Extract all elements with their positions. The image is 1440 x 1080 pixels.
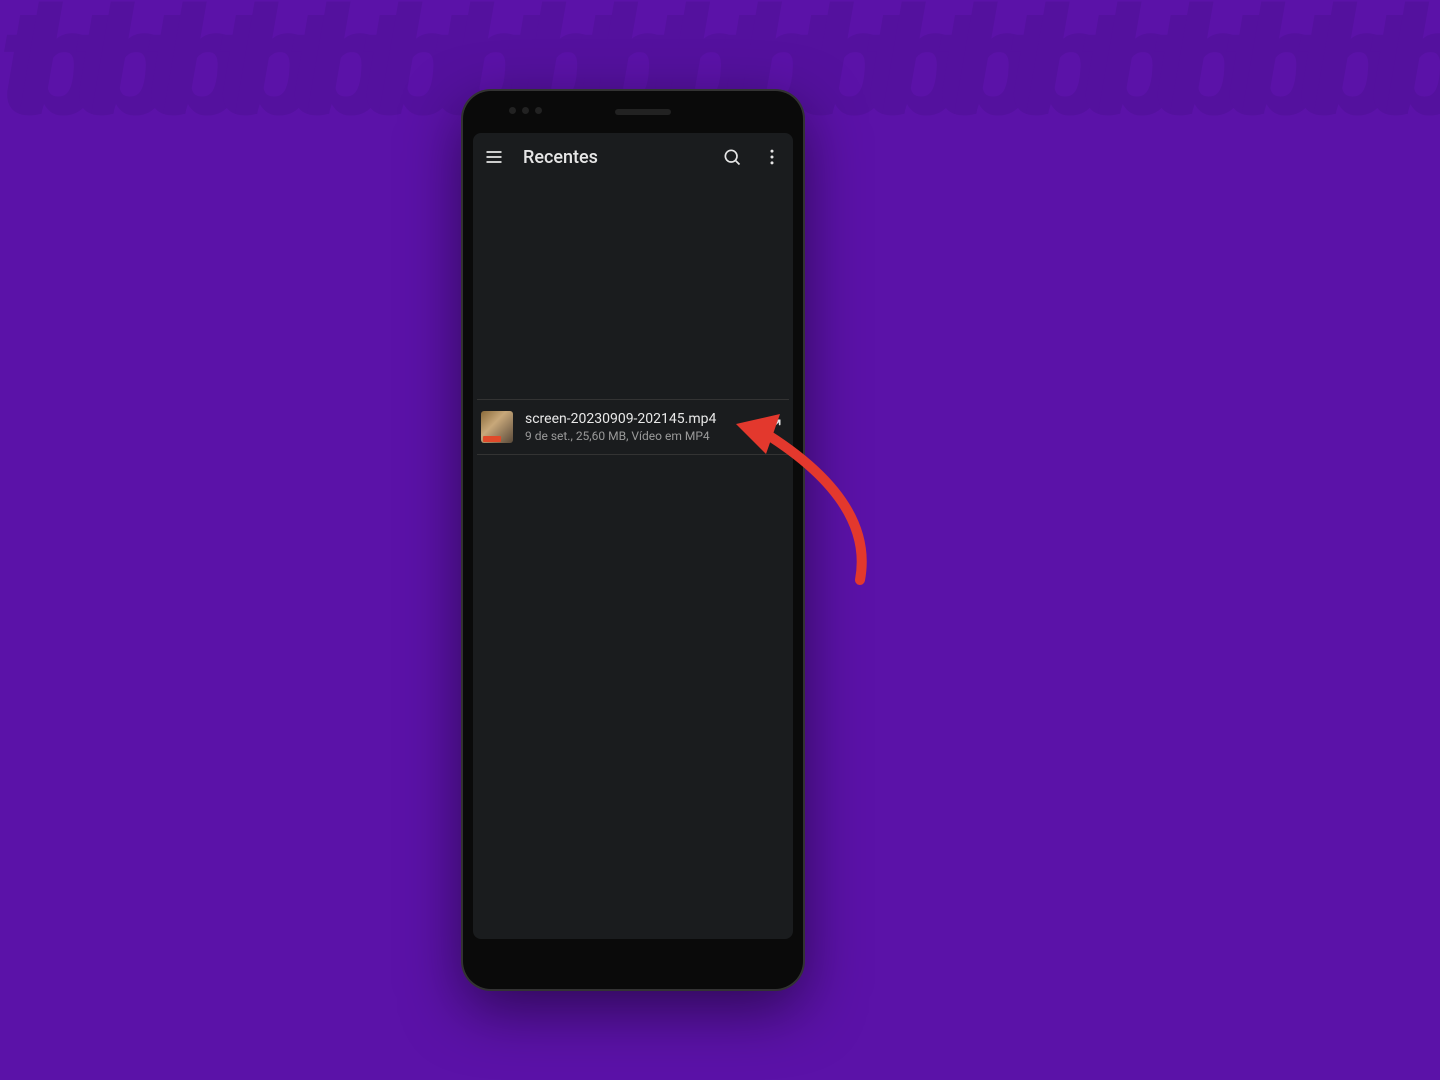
expand-icon[interactable] xyxy=(761,415,785,439)
sensor-dots xyxy=(509,107,542,114)
phone-frame: Recentes screen-20230909-202145.mp4 9 de… xyxy=(463,91,803,989)
file-meta: 9 de set., 25,60 MB, Vídeo em MP4 xyxy=(525,429,749,443)
file-name: screen-20230909-202145.mp4 xyxy=(525,411,749,427)
menu-icon[interactable] xyxy=(483,146,505,168)
file-row[interactable]: screen-20230909-202145.mp4 9 de set., 25… xyxy=(473,400,793,454)
video-thumbnail xyxy=(481,411,513,443)
file-text: screen-20230909-202145.mp4 9 de set., 25… xyxy=(525,411,749,443)
search-icon[interactable] xyxy=(721,146,743,168)
phone-screen: Recentes screen-20230909-202145.mp4 9 de… xyxy=(473,133,793,939)
speaker-grill xyxy=(615,109,671,115)
more-vert-icon[interactable] xyxy=(761,146,783,168)
page-title: Recentes xyxy=(523,147,703,168)
phone-top-bezel xyxy=(463,91,803,133)
divider xyxy=(477,454,789,455)
app-bar: Recentes xyxy=(473,133,793,181)
file-list: screen-20230909-202145.mp4 9 de set., 25… xyxy=(473,399,793,455)
